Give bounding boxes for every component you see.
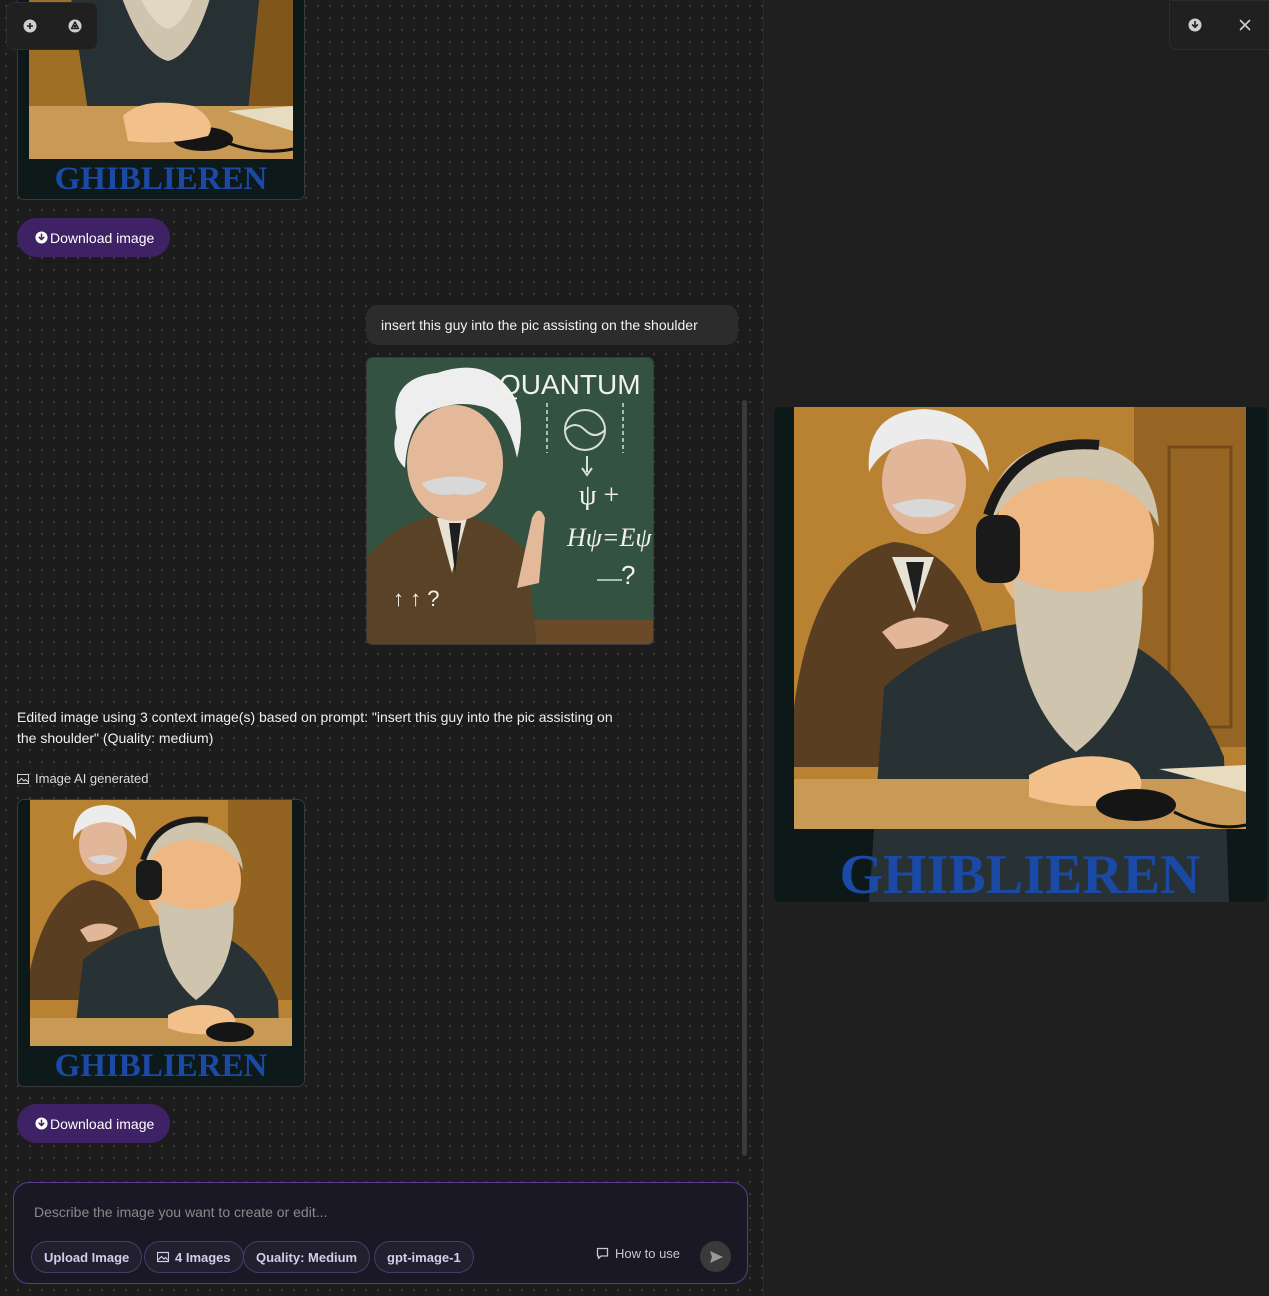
quality-selector[interactable]: Quality: Medium <box>243 1241 371 1273</box>
preview-logo-text: GHIBLIEREN <box>840 844 1201 902</box>
chalk-title-text: QUANTUM <box>499 369 641 400</box>
preview-image-art: GHIBLIEREN <box>774 407 1267 902</box>
user-uploaded-image-art: QUANTUM ψ + Hψ=Eψ ? ↑ ↑ ? <box>367 358 653 644</box>
chalk-psi-text: ψ + <box>579 480 619 511</box>
image-logo-text: GHIBLIEREN <box>54 1047 268 1084</box>
preview-pane: GHIBLIEREN <box>765 0 1269 1296</box>
download-image-button-1[interactable]: Download image <box>17 218 171 257</box>
generated-image-1-caption: GHIBLIEREN <box>18 159 304 199</box>
generated-image-2-art <box>18 800 304 1050</box>
preview-download-button[interactable] <box>1181 11 1209 39</box>
openai-button[interactable] <box>61 12 89 40</box>
preview-toolbar <box>1169 0 1269 50</box>
images-count-label: 4 Images <box>175 1249 231 1265</box>
generated-image-2[interactable]: GHIBLIEREN <box>17 799 305 1087</box>
download-image-label: Download image <box>50 229 155 246</box>
upload-image-label: Upload Image <box>44 1249 130 1265</box>
upload-image-button[interactable]: Upload Image <box>31 1241 143 1273</box>
how-to-use-link[interactable]: How to use <box>596 1246 680 1261</box>
download-icon <box>1188 18 1202 32</box>
prompt-composer: Upload Image 4 Images Quality: Medium gp… <box>13 1182 748 1284</box>
prompt-input[interactable] <box>34 1201 724 1223</box>
user-message-text: insert this guy into the pic assisting o… <box>381 317 698 333</box>
preview-image[interactable]: GHIBLIEREN <box>774 407 1267 902</box>
model-label: gpt-image-1 <box>387 1249 461 1265</box>
chalk-equation-text: Hψ=Eψ <box>566 523 652 552</box>
chalk-question-text: ? <box>621 560 635 590</box>
download-image-label: Download image <box>50 1115 155 1132</box>
quality-label: Quality: Medium <box>256 1249 358 1265</box>
openai-logo-icon <box>68 19 81 33</box>
how-to-use-label: How to use <box>615 1246 681 1261</box>
new-chat-button[interactable] <box>16 12 44 40</box>
assistant-message-text: Edited image using 3 context image(s) ba… <box>17 709 613 746</box>
close-icon <box>1239 19 1251 31</box>
ai-generated-tag: Image AI generated <box>17 771 148 786</box>
download-icon <box>35 231 48 244</box>
user-message-bubble: insert this guy into the pic assisting o… <box>366 305 738 345</box>
image-icon <box>17 773 29 784</box>
chalk-arrows-text: ↑ ↑ ? <box>393 586 439 611</box>
user-uploaded-image[interactable]: QUANTUM ψ + Hψ=Eψ ? ↑ ↑ ? <box>366 357 654 645</box>
download-icon <box>35 1117 48 1130</box>
chat-bubble-icon <box>596 1247 609 1260</box>
ai-generated-label: Image AI generated <box>35 771 149 786</box>
plus-circle-icon <box>23 19 36 33</box>
close-preview-button[interactable] <box>1231 11 1259 39</box>
chat-pane: GHIBLIEREN Download image insert this gu… <box>0 0 764 1296</box>
image-logo-text: GHIBLIEREN <box>54 160 268 197</box>
send-icon <box>709 1250 723 1263</box>
chat-scrollbar[interactable] <box>742 400 747 1156</box>
send-button[interactable] <box>700 1241 731 1272</box>
images-count-button[interactable]: 4 Images <box>144 1241 244 1273</box>
image-icon <box>157 1251 169 1263</box>
chat-toolbar <box>6 2 98 50</box>
model-selector[interactable]: gpt-image-1 <box>374 1241 474 1273</box>
generated-image-2-caption: GHIBLIEREN <box>18 1046 304 1086</box>
download-image-button-2[interactable]: Download image <box>17 1104 171 1143</box>
